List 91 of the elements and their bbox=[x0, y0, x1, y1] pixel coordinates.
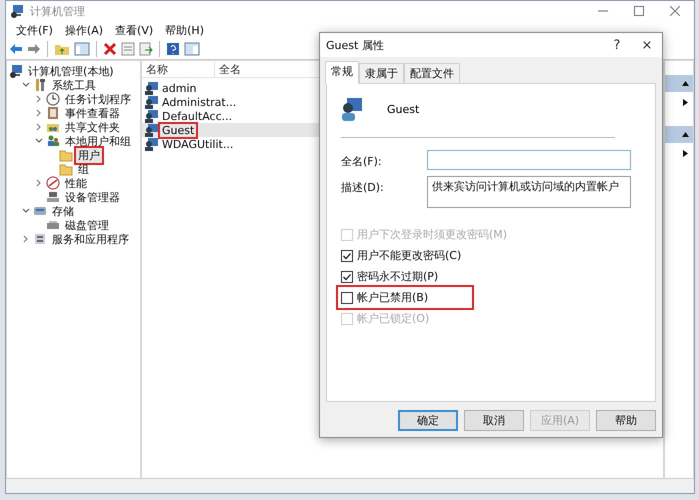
user-icon bbox=[144, 123, 158, 137]
checkbox[interactable] bbox=[341, 250, 353, 262]
storage-icon bbox=[33, 204, 47, 218]
user-name[interactable]: Guest bbox=[160, 124, 196, 136]
properties-icon[interactable] bbox=[121, 42, 135, 56]
collapse-triangle-icon[interactable] bbox=[682, 132, 689, 137]
menu-item[interactable]: 文件(F) bbox=[10, 22, 59, 38]
checkbox[interactable] bbox=[341, 270, 353, 282]
tree-item[interactable]: 用户 bbox=[76, 148, 102, 162]
tree-item[interactable]: 任务计划程序 bbox=[63, 92, 133, 106]
tree-item[interactable]: 系统工具 bbox=[50, 78, 98, 92]
show-hide-pane-icon[interactable] bbox=[184, 42, 200, 56]
description-field[interactable]: 供来宾访问计算机或访问域的内置帐户 bbox=[427, 176, 631, 208]
log-icon bbox=[46, 106, 60, 120]
help-icon[interactable] bbox=[166, 42, 180, 56]
user-name[interactable]: Administrat... bbox=[160, 96, 238, 108]
clock-icon bbox=[46, 92, 60, 106]
services-icon bbox=[33, 232, 47, 246]
actions-header[interactable] bbox=[665, 126, 693, 143]
folder-up-icon[interactable] bbox=[54, 42, 70, 56]
user-name: Guest bbox=[387, 102, 420, 116]
tree-item[interactable]: 服务和应用程序 bbox=[50, 232, 131, 246]
folder-icon bbox=[59, 148, 73, 162]
tree-item[interactable]: 组 bbox=[76, 162, 91, 176]
forward-arrow-icon[interactable] bbox=[27, 43, 41, 55]
maximize-icon[interactable] bbox=[634, 6, 644, 16]
expand-chevron-icon[interactable] bbox=[22, 235, 30, 243]
back-arrow-icon[interactable] bbox=[9, 43, 23, 55]
user-name[interactable]: admin bbox=[160, 82, 198, 94]
performance-icon bbox=[46, 176, 60, 190]
field-label: 描述(D): bbox=[341, 180, 385, 195]
computer-icon bbox=[9, 64, 23, 78]
tab[interactable]: 配置文件 bbox=[404, 63, 460, 83]
user-icon bbox=[341, 97, 363, 121]
user-icon bbox=[144, 137, 158, 151]
dialog-button[interactable]: 确定 bbox=[398, 410, 458, 431]
collapse-chevron-icon[interactable] bbox=[22, 81, 30, 89]
tab[interactable]: 常规 bbox=[325, 61, 359, 84]
tree-item[interactable]: 性能 bbox=[63, 176, 89, 190]
user-name[interactable]: DefaultAcc... bbox=[160, 110, 234, 122]
expand-chevron-icon[interactable] bbox=[35, 109, 43, 117]
tools-icon bbox=[33, 78, 47, 92]
expand-chevron-icon[interactable] bbox=[35, 123, 43, 131]
dialog-button[interactable]: 帮助 bbox=[596, 410, 656, 431]
field-label: 全名(F): bbox=[341, 154, 383, 169]
collapse-chevron-icon[interactable] bbox=[35, 137, 43, 145]
tree-item[interactable]: 本地用户和组 bbox=[63, 134, 133, 148]
delete-icon[interactable] bbox=[103, 42, 117, 56]
actions-header[interactable] bbox=[665, 75, 693, 92]
full-name-field[interactable] bbox=[427, 150, 631, 170]
tree-item[interactable]: 存储 bbox=[50, 204, 76, 218]
tree-item[interactable]: 共享文件夹 bbox=[63, 120, 122, 134]
checkbox[interactable] bbox=[341, 292, 353, 304]
user-icon bbox=[144, 81, 158, 95]
tree-item[interactable]: 事件查看器 bbox=[63, 106, 122, 120]
dialog-title: Guest 属性 bbox=[326, 38, 385, 52]
window-title: 计算机管理 bbox=[30, 4, 85, 18]
export-icon[interactable] bbox=[139, 42, 153, 56]
submenu-arrow-icon[interactable] bbox=[683, 98, 688, 106]
user-icon bbox=[144, 109, 158, 123]
user-icon bbox=[144, 95, 158, 109]
dialog-button[interactable]: 取消 bbox=[464, 410, 524, 431]
tree-item[interactable]: 计算机管理(本地) bbox=[26, 64, 116, 78]
close-button[interactable]: × bbox=[632, 38, 662, 52]
tree-item[interactable]: 设备管理器 bbox=[63, 190, 122, 204]
column-header[interactable]: 全名 bbox=[215, 62, 245, 76]
users-icon bbox=[46, 134, 60, 148]
collapse-triangle-icon[interactable] bbox=[682, 81, 689, 86]
check-icon bbox=[342, 272, 352, 282]
collapse-chevron-icon[interactable] bbox=[22, 207, 30, 215]
expand-chevron-icon[interactable] bbox=[35, 179, 43, 187]
tree-item[interactable]: 磁盘管理 bbox=[63, 218, 111, 232]
checkbox-label[interactable]: 用户不能更改密码(C) bbox=[357, 248, 462, 263]
expand-chevron-icon[interactable] bbox=[35, 95, 43, 103]
menu-item[interactable]: 帮助(H) bbox=[159, 22, 210, 38]
console-tree-icon[interactable] bbox=[74, 42, 90, 56]
app-icon bbox=[10, 4, 24, 18]
check-icon bbox=[342, 250, 352, 260]
close-icon[interactable] bbox=[670, 6, 680, 16]
device-icon bbox=[46, 190, 60, 204]
checkbox-label[interactable]: 帐户已禁用(B) bbox=[357, 290, 428, 305]
menu-item[interactable]: 操作(A) bbox=[58, 22, 110, 38]
menu-item[interactable]: 查看(V) bbox=[109, 22, 160, 38]
checkbox-label[interactable]: 密码永不过期(P) bbox=[357, 269, 438, 284]
help-button[interactable]: ? bbox=[602, 38, 632, 52]
disk-icon bbox=[46, 218, 60, 232]
tab[interactable]: 隶属于 bbox=[359, 63, 404, 83]
user-name[interactable]: WDAGUtilit... bbox=[160, 138, 236, 150]
column-header[interactable]: 名称 bbox=[142, 62, 215, 76]
folder-icon bbox=[59, 162, 73, 176]
submenu-arrow-icon[interactable] bbox=[683, 150, 688, 156]
